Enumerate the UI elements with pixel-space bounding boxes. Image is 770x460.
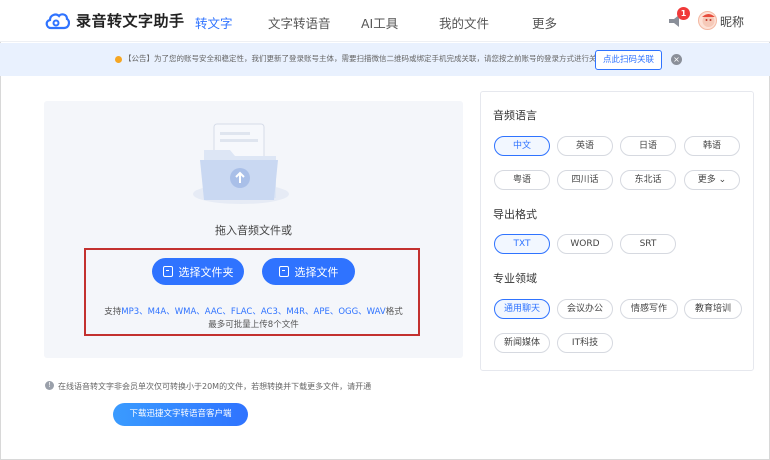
domain-writing[interactable]: 情感写作	[620, 299, 678, 319]
cloud-logo-icon	[45, 12, 70, 29]
domain-meeting[interactable]: 会议办公	[557, 299, 613, 319]
format-list: MP3、M4A、WMA、AAC、FLAC、AC3、M4R、APE、OGG、WAV	[121, 307, 386, 317]
format-title: 导出格式	[493, 208, 537, 221]
settings-panel	[480, 91, 754, 371]
scan-link-button[interactable]: 点此扫码关联	[595, 50, 662, 70]
top-header: 录音转文字助手 转文字 文字转语音 AI工具 我的文件 更多 1 昵称	[0, 0, 770, 42]
announcement-icon	[115, 56, 122, 63]
lang-sichuan[interactable]: 四川话	[557, 170, 613, 190]
lang-english[interactable]: 英语	[557, 136, 613, 156]
nav-transcribe[interactable]: 转文字	[195, 13, 233, 32]
app-logo[interactable]: 录音转文字助手	[44, 10, 185, 31]
lang-dongbei[interactable]: 东北话	[620, 170, 676, 190]
select-file-label: 选择文件	[294, 265, 339, 279]
format-srt[interactable]: SRT	[620, 234, 676, 254]
avatar[interactable]	[698, 11, 717, 30]
select-folder-button[interactable]: 选择文件夹	[152, 258, 244, 285]
domain-it-tech[interactable]: IT科技	[557, 333, 613, 353]
domain-title: 专业领域	[493, 272, 537, 285]
domain-education[interactable]: 教育培训	[684, 299, 742, 319]
download-client-button[interactable]: 下载迅捷文字转语音客户端	[113, 403, 248, 426]
user-nickname[interactable]: 昵称	[720, 13, 744, 30]
lang-japanese[interactable]: 日语	[620, 136, 676, 156]
upload-limit: 最多可批量上传8个文件	[208, 320, 299, 330]
nav-text-to-speech[interactable]: 文字转语音	[268, 13, 331, 32]
announcement-text: 【公告】为了您的账号安全和稳定性，我们更新了登录账号主体，需要扫描微信二维码或绑…	[124, 54, 612, 63]
format-word[interactable]: WORD	[557, 234, 613, 254]
chevron-down-icon: ⌄	[718, 175, 727, 185]
lang-more-dropdown[interactable]: 更多 ⌄	[684, 170, 740, 190]
lang-korean[interactable]: 韩语	[684, 136, 740, 156]
format-txt[interactable]: TXT	[494, 234, 550, 254]
domain-general-chat[interactable]: 通用聊天	[494, 299, 550, 319]
nav-ai-tools[interactable]: AI工具	[361, 13, 398, 32]
select-file-button[interactable]: 选择文件	[262, 258, 355, 285]
folder-icon	[162, 266, 173, 277]
drop-hint: 拖入音频文件或	[215, 224, 292, 237]
member-tip: 在线语音转文字非会员单次仅可转换小于20M的文件，若想转换并下载更多文件，请开通	[58, 382, 372, 391]
info-icon: !	[45, 381, 54, 390]
domain-news-media[interactable]: 新闻媒体	[494, 333, 550, 353]
nav-more[interactable]: 更多	[532, 13, 557, 32]
supported-formats: 支持MP3、M4A、WMA、AAC、FLAC、AC3、M4R、APE、OGG、W…	[104, 307, 403, 317]
select-folder-label: 选择文件夹	[178, 265, 234, 279]
language-title: 音频语言	[493, 109, 537, 122]
close-icon[interactable]: ×	[671, 54, 682, 65]
lang-chinese[interactable]: 中文	[494, 136, 550, 156]
lang-cantonese[interactable]: 粤语	[494, 170, 550, 190]
file-icon	[278, 266, 289, 277]
app-title: 录音转文字助手	[76, 12, 185, 30]
nav-my-files[interactable]: 我的文件	[439, 13, 489, 32]
avatar-face-icon	[702, 14, 715, 27]
notification-badge: 1	[677, 7, 690, 20]
folder-upload-icon	[193, 123, 289, 204]
announcement-bar: 【公告】为了您的账号安全和稳定性，我们更新了登录账号主体，需要扫描微信二维码或绑…	[0, 43, 770, 76]
